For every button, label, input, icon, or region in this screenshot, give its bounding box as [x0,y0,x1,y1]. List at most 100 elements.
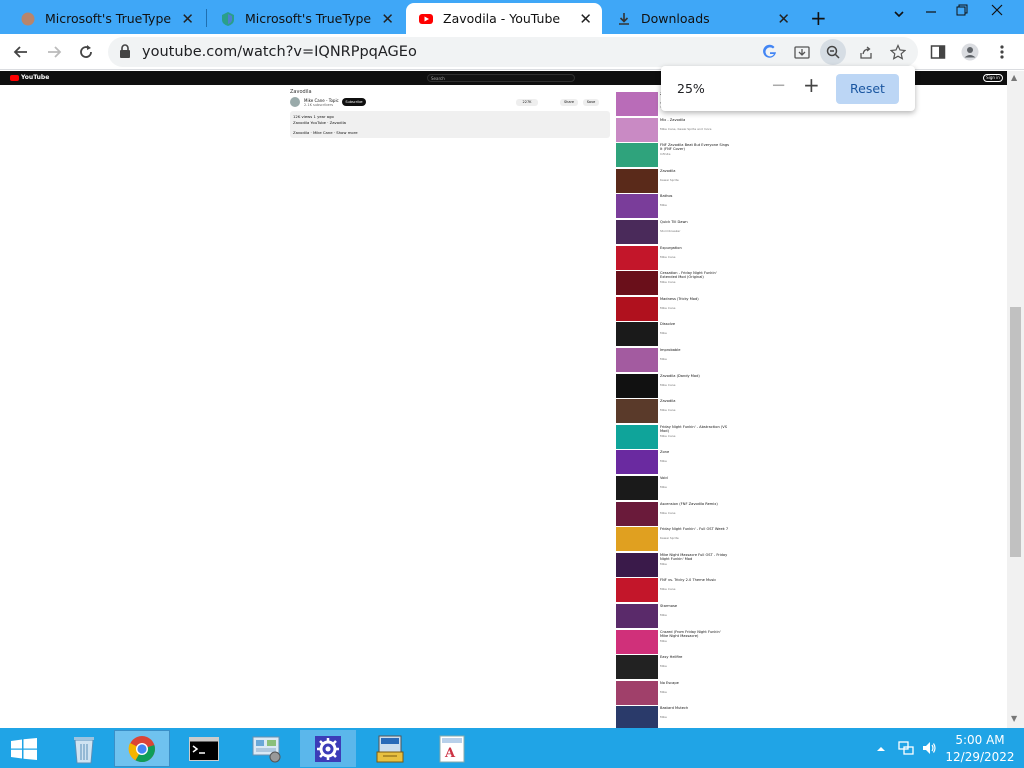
tab-fonts-2[interactable]: Microsoft's TrueType Core Fonts ✕ [208,3,404,34]
recommendation-title[interactable]: Dissolve [660,322,730,326]
recommendation-item[interactable]: Bathos Mike [616,194,736,219]
install-icon[interactable] [792,42,812,62]
recommendation-item[interactable]: Ascension (FNF Zavodila Remix) Mike Cane [616,501,736,526]
video-thumbnail[interactable] [616,424,658,449]
recommendation-title[interactable]: FNF Zavodila Beat But Everyone Sings It … [660,143,730,151]
recommendation-title[interactable]: Expurgation [660,246,730,250]
close-window-button[interactable] [991,4,1003,20]
recommendation-title[interactable]: Friday Night Funkin' - Full OST Week 7 [660,527,730,531]
video-thumbnail[interactable] [616,501,658,526]
recommendation-item[interactable]: Starmose Mike [616,604,736,628]
video-thumbnail[interactable] [616,399,658,424]
recommendation-item[interactable]: Improbable Mike [616,348,736,372]
video-thumbnail[interactable] [616,322,658,347]
recommendation-title[interactable]: Mike Night Massacre Full OST - Friday Ni… [660,553,730,561]
video-thumbnail[interactable] [616,348,658,372]
video-thumbnail[interactable] [616,552,658,577]
recommendation-item[interactable]: FNF Zavodila Beat But Everyone Sings It … [616,143,736,168]
video-thumbnail[interactable] [616,168,658,193]
recommendation-item[interactable]: Cessation - Friday Night Funkin' Extende… [616,271,736,296]
taskbar-font-viewer[interactable]: A [424,730,480,767]
tab-youtube[interactable]: Zavodila - YouTube ✕ [406,3,602,34]
recommendation-title[interactable]: Madness (Tricky Mod) [660,297,730,301]
subscribe-button[interactable]: Subscribe [342,98,366,106]
tab-search-button[interactable] [893,8,905,24]
recommendation-title[interactable]: Ascension (FNF Zavodila Remix) [660,502,730,506]
recommendation-title[interactable]: FNF vs. Tricky 2.0 Theme Music [660,578,730,582]
recommendation-title[interactable]: Friday Night Funkin' - Abstraction (VS M… [660,425,730,433]
video-thumbnail[interactable] [616,450,658,475]
recommendation-item[interactable]: Zavodila Kawai Sprite [616,168,736,193]
reload-button[interactable] [74,40,98,64]
video-thumbnail[interactable] [616,194,658,219]
close-icon[interactable]: ✕ [381,10,394,28]
clock-date[interactable]: 12/29/2022 [940,750,1020,764]
video-thumbnail[interactable] [616,706,658,731]
windows-start-icon[interactable] [10,738,38,760]
recommendation-title[interactable]: Easy Hellfire [660,655,730,659]
close-icon[interactable]: ✕ [181,10,194,28]
forward-button[interactable] [42,40,66,64]
video-thumbnail[interactable] [616,220,658,244]
scroll-down-icon[interactable]: ▼ [1011,714,1017,723]
scroll-up-icon[interactable]: ▲ [1011,73,1017,82]
share-button[interactable]: Share [560,99,578,106]
side-panel-button[interactable] [928,42,948,62]
recommendation-item[interactable]: Zavodila (Dandy Mod) Mike Cane [616,373,736,398]
recommendation-item[interactable]: Easy Hellfire Mike [616,655,736,680]
youtube-logo[interactable]: YouTube [10,74,49,81]
recommendation-item[interactable]: Dissolve Mike [616,322,736,347]
zoom-in-button[interactable]: + [803,73,820,97]
video-thumbnail[interactable] [616,578,658,603]
recommendation-title[interactable]: Crazed (From Friday Night Funkin' Mike N… [660,630,730,638]
recommendation-item[interactable]: Void Mike [616,476,736,500]
taskbar-installer[interactable] [362,730,418,767]
video-thumbnail[interactable] [616,680,658,705]
recommendation-item[interactable]: Friday Night Funkin' - Full OST Week 7 Ka… [616,527,736,552]
recommendation-title[interactable]: Void [660,476,730,480]
url-text[interactable]: youtube.com/watch?v=IQNRPpqAGEo [142,44,417,60]
recommendation-item[interactable]: Bastard Mutech Mike [616,706,736,731]
menu-button[interactable] [992,42,1012,62]
recommendation-title[interactable]: Improbable [660,348,730,352]
recommendation-item[interactable]: Zavodila Mike Cane [616,399,736,424]
minimize-button[interactable] [925,6,937,22]
taskbar-settings[interactable] [300,730,356,767]
recommendation-item[interactable]: Mike Night Massacre Full OST - Friday Ni… [616,552,736,577]
recommendation-title[interactable]: Zavodila [660,169,730,173]
volume-button[interactable] [921,740,937,759]
recommendation-item[interactable]: Friday Night Funkin' - Abstraction (VS M… [616,424,736,449]
taskbar-control-panel[interactable] [238,730,294,767]
recommendation-title[interactable]: Bastard Mutech [660,706,730,710]
new-tab-button[interactable]: + [810,6,827,30]
video-thumbnail[interactable] [616,476,658,500]
video-thumbnail[interactable] [616,629,658,654]
video-thumbnail[interactable] [616,604,658,628]
video-thumbnail[interactable] [616,92,658,116]
taskbar-terminal[interactable] [176,730,232,767]
recommendation-title[interactable]: Cessation - Friday Night Funkin' Extende… [660,271,730,279]
tray-overflow-button[interactable] [876,742,886,756]
share-button[interactable] [856,42,876,62]
recommendation-item[interactable]: FNF vs. Tricky 2.0 Theme Music Mike Cane [616,578,736,603]
recommendation-title[interactable]: Bathos [660,194,730,198]
recommendation-item[interactable]: Zone Mike [616,450,736,475]
video-thumbnail[interactable] [616,296,658,321]
youtube-search-input[interactable]: Search [427,74,575,82]
vertical-scrollbar[interactable]: ▲ ▼ [1007,71,1024,728]
recommendation-title[interactable]: Zavodila [660,399,730,403]
recommendation-title[interactable]: Zone [660,450,730,454]
video-description[interactable]: 12K views 1 year ago Zavodila YouTube · … [290,111,610,138]
recommendation-title[interactable]: Starmose [660,604,730,608]
zoom-reset-button[interactable]: Reset [836,74,899,104]
recommendation-item[interactable]: Expurgation Mike Cane [616,245,736,270]
video-thumbnail[interactable] [616,527,658,552]
scrollbar-thumb[interactable] [1010,307,1021,557]
restore-button[interactable] [956,4,968,20]
close-icon[interactable]: ✕ [777,10,790,28]
video-thumbnail[interactable] [616,117,658,142]
recommendation-item[interactable]: Mix - Zavodila Mike Cane, Kawai Sprite an… [616,117,736,142]
video-thumbnail[interactable] [616,245,658,270]
recommendation-title[interactable]: Quick Till Dawn [660,220,730,224]
back-button[interactable] [9,40,33,64]
